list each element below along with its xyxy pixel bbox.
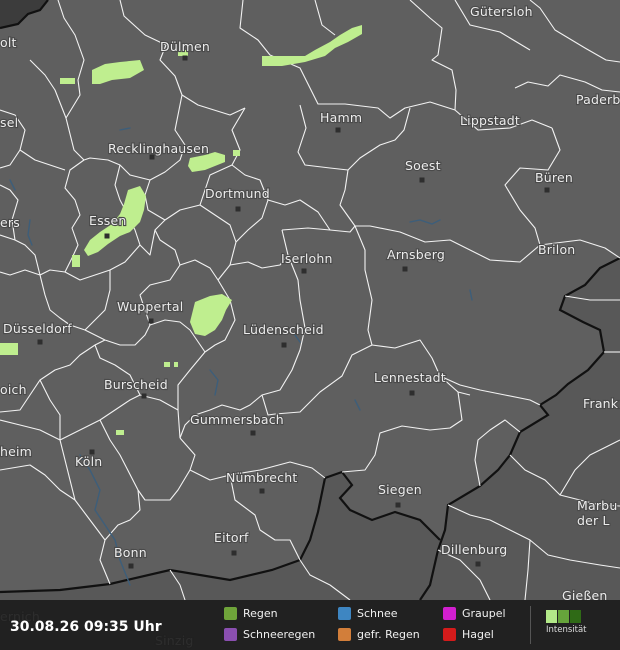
city-marker-siegen (395, 502, 401, 508)
city-label-siegen: Siegen (378, 482, 422, 497)
city-label-g-tersloh: Gütersloh (470, 4, 533, 19)
city-label-wesel: sel (0, 115, 18, 130)
rain-cells (0, 25, 362, 435)
legend-item-graupel: Graupel (443, 607, 506, 620)
intensity-swatch-light (546, 610, 557, 623)
city-label-moers: ers (0, 215, 20, 230)
intensity-label: Intensität (546, 625, 587, 635)
city-marker-b-ren (544, 187, 550, 193)
city-marker-l-denscheid (281, 342, 287, 348)
city-label-essen: Essen (89, 213, 127, 228)
city-label-arnsberg: Arnsberg (387, 247, 445, 262)
legend-item-label: Schneeregen (243, 628, 316, 641)
city-label-wuppertal: Wuppertal (117, 299, 183, 314)
freezing-rain-swatch (338, 628, 351, 641)
legend-item-label: gefr. Regen (357, 628, 420, 641)
city-label-soest: Soest (405, 158, 441, 173)
city-marker-dortmund (235, 206, 241, 212)
city-label-d-lmen: Dülmen (160, 39, 210, 54)
snow-swatch (338, 607, 351, 620)
city-label-b-ren: Büren (535, 170, 573, 185)
graupel-swatch (443, 607, 456, 620)
city-marker-d-lmen (182, 55, 188, 61)
city-label-eitorf: Eitorf (214, 530, 249, 545)
legend-item-snow: Schnee (338, 607, 398, 620)
city-marker-d-sseldorf (37, 339, 43, 345)
city-label-hamm: Hamm (320, 110, 362, 125)
legend-item-hail: Hagel (443, 628, 494, 641)
city-label-l-denscheid: Lüdenscheid (243, 322, 324, 337)
city-marker-soest (419, 177, 425, 183)
city-label-frankenberg: Frank (583, 396, 619, 411)
weather-radar-map[interactable]: Gütersloh Dülmen Paderb Hamm Lippstadt Reckli… (0, 0, 620, 650)
city-marker-burscheid (141, 393, 147, 399)
city-marker-gummersbach (250, 430, 256, 436)
city-marker-arnsberg (402, 266, 408, 272)
city-label-lennestadt: Lennestadt (374, 370, 446, 385)
city-label-paderborn: Paderb (576, 92, 620, 107)
city-label-k-ln: Köln (75, 454, 102, 469)
city-label-recklinghausen: Recklinghausen (108, 141, 209, 156)
sleet-swatch (224, 628, 237, 641)
city-marker-wuppertal (148, 318, 154, 324)
city-marker-bonn (128, 563, 134, 569)
city-label-dortmund: Dortmund (205, 186, 270, 201)
legend-item-label: Schnee (357, 607, 398, 620)
intensity-swatch-medium (558, 610, 569, 623)
legend-item-rain: Regen (224, 607, 278, 620)
legend-item-label: Regen (243, 607, 278, 620)
outside-region (0, 0, 48, 28)
city-label-gummersbach: Gummersbach (190, 412, 284, 427)
city-label-burscheid: Burscheid (104, 377, 168, 392)
legend-divider (530, 606, 531, 644)
city-marker-dillenburg (475, 561, 481, 567)
city-label-n-mbrecht: Nümbrecht (226, 470, 297, 485)
timestamp: 30.08.26 09:35 Uhr (10, 619, 162, 635)
city-label-d-sseldorf: Düsseldorf (3, 321, 72, 336)
city-label-iserlohn: Iserlohn (281, 251, 333, 266)
intensity-swatch-strong (570, 610, 581, 623)
city-marker-eitorf (231, 550, 237, 556)
city-marker-hamm (335, 127, 341, 133)
city-label-brilon: Brilon (538, 242, 575, 257)
city-marker-lennestadt (409, 390, 415, 396)
city-marker-iserlohn (301, 268, 307, 274)
rain-swatch (224, 607, 237, 620)
city-label-bocholt: olt (0, 35, 17, 50)
hail-swatch (443, 628, 456, 641)
city-marker-essen (104, 233, 110, 239)
intensity-scale: Intensität (546, 610, 587, 635)
city-label-bonn: Bonn (114, 545, 147, 560)
legend-bar: 30.08.26 09:35 Uhr Regen Schneeregen Sch… (0, 600, 620, 650)
city-label-lippstadt: Lippstadt (460, 113, 520, 128)
legend-item-freezing-rain: gefr. Regen (338, 628, 420, 641)
legend-item-label: Hagel (462, 628, 494, 641)
legend-item-label: Graupel (462, 607, 506, 620)
city-label-dillenburg: Dillenburg (441, 542, 507, 557)
city-label-bergheim: heim (0, 444, 32, 459)
city-label-grevenbroich: oich (0, 382, 27, 397)
legend-item-sleet: Schneeregen (224, 628, 315, 641)
city-marker-n-mbrecht (259, 488, 265, 494)
